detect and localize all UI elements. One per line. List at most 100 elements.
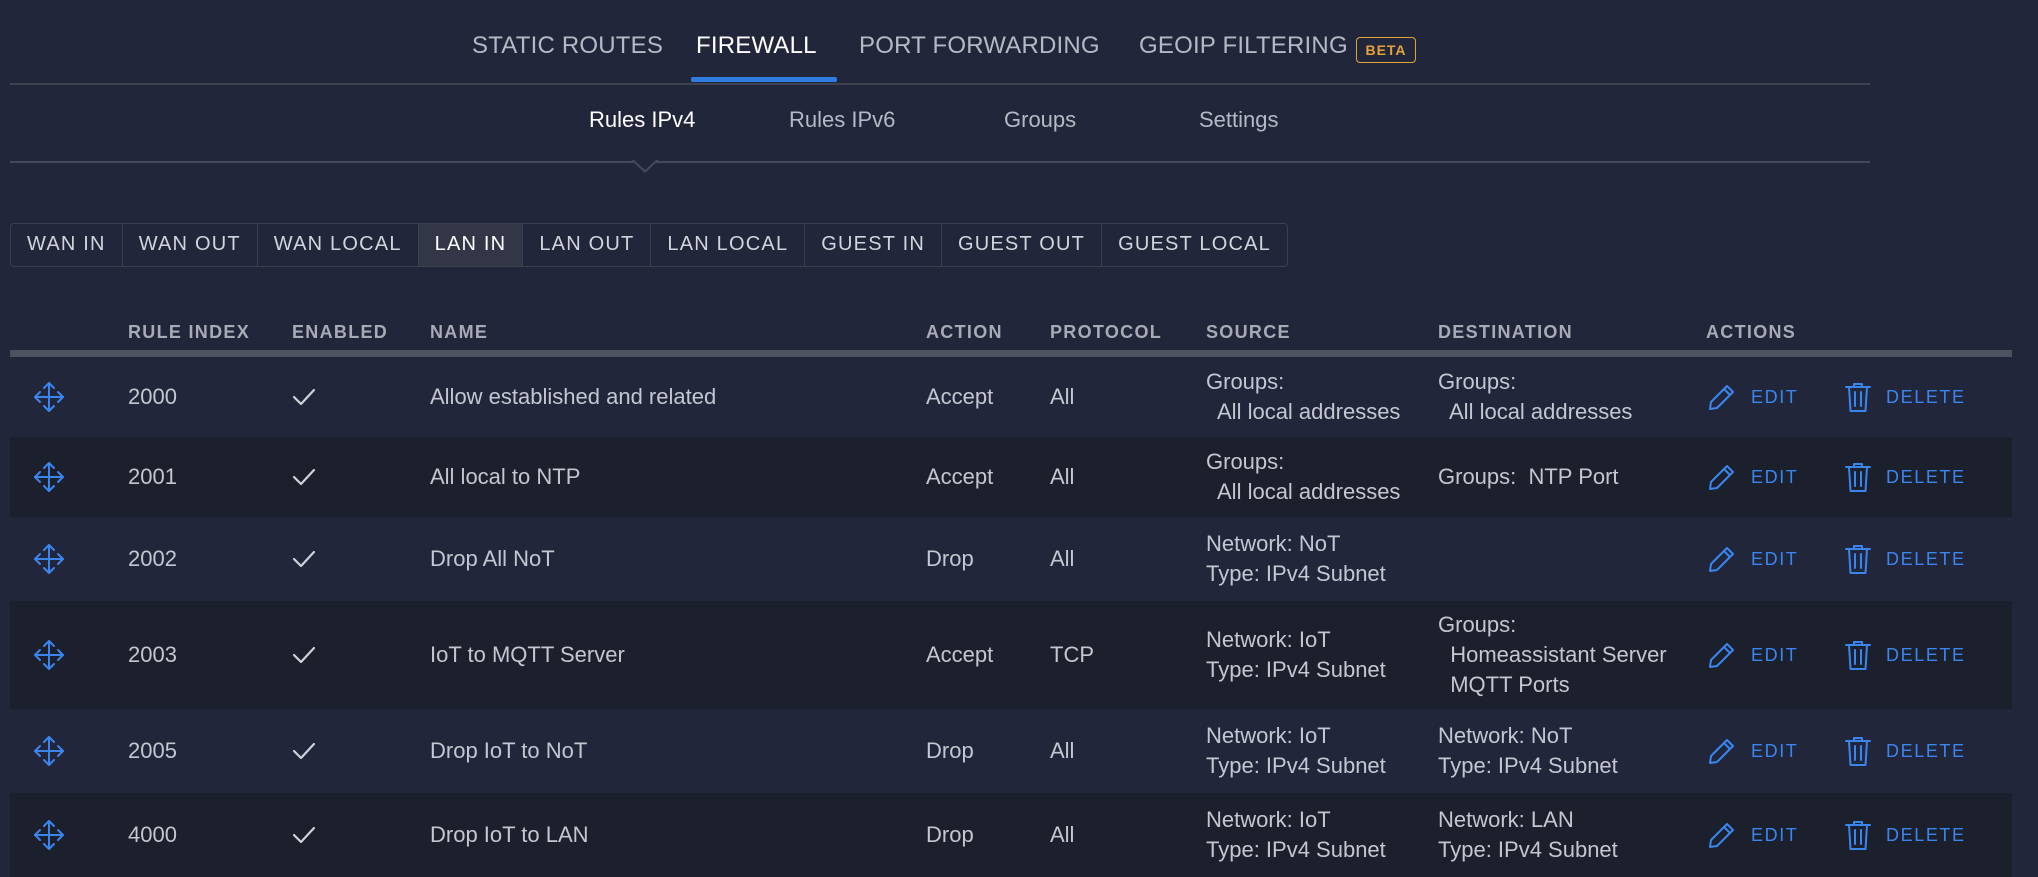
table-row: 2001 All local to NTP Accept All Groups: All…	[10, 437, 2012, 517]
ruleset-guest-out[interactable]: GUEST OUT	[942, 224, 1103, 266]
ruleset-selector: WAN IN WAN OUT WAN LOCAL LAN IN LAN OUT LAN L…	[10, 223, 1288, 267]
column-header-action[interactable]: ACTION	[926, 322, 1003, 343]
rule-destination: Groups: Homeassistant Server MQTT Ports	[1438, 610, 1667, 700]
subtab-rules-ipv4[interactable]: Rules IPv4	[589, 107, 695, 133]
rule-source-line: Network: IoT	[1206, 723, 1331, 748]
rule-protocol: All	[1050, 464, 1075, 489]
pencil-icon	[1709, 385, 1734, 410]
delete-button[interactable]: DELETE	[1844, 639, 1966, 671]
drag-handle-icon[interactable]	[32, 818, 66, 852]
delete-label: DELETE	[1886, 466, 1966, 487]
rule-index: 4000	[128, 822, 177, 847]
rule-action: Drop	[926, 738, 974, 763]
rule-destination-line: Network: LAN	[1438, 807, 1574, 832]
rule-index: 2002	[128, 546, 177, 571]
ruleset-wan-in[interactable]: WAN IN	[11, 224, 123, 266]
rule-name: IoT to MQTT Server	[430, 642, 625, 667]
column-header-name[interactable]: NAME	[430, 322, 488, 343]
delete-button[interactable]: DELETE	[1844, 381, 1966, 413]
rule-destination-line: All local addresses	[1438, 399, 1633, 424]
edit-button[interactable]: EDIT	[1707, 462, 1798, 492]
ruleset-guest-local[interactable]: GUEST LOCAL	[1102, 224, 1287, 266]
rule-destination-line: Type: IPv4 Subnet	[1438, 837, 1618, 862]
drag-handle-icon[interactable]	[32, 542, 66, 576]
drag-handle-icon[interactable]	[32, 638, 66, 672]
delete-button[interactable]: DELETE	[1844, 819, 1966, 851]
rule-source-line: Network: IoT	[1206, 807, 1331, 832]
pencil-icon	[1709, 547, 1734, 572]
rules-table-header: RULE INDEX ENABLED NAME ACTION PROTOCOL …	[10, 318, 2012, 357]
ruleset-wan-out[interactable]: WAN OUT	[123, 224, 258, 266]
table-row: 2003 IoT to MQTT Server Accept TCP Network: …	[10, 601, 2012, 709]
edit-label: EDIT	[1751, 824, 1799, 845]
ruleset-guest-in[interactable]: GUEST IN	[805, 224, 942, 266]
subtab-rules-ipv6[interactable]: Rules IPv6	[789, 107, 895, 133]
tab-static-routes[interactable]: STATIC ROUTES	[472, 32, 663, 60]
delete-label: DELETE	[1886, 644, 1966, 665]
tab-geoip-filtering[interactable]: GEOIP FILTERING	[1139, 32, 1348, 60]
tab-port-forwarding[interactable]: PORT FORWARDING	[859, 32, 1100, 60]
pencil-icon	[1709, 465, 1734, 490]
column-header-source[interactable]: SOURCE	[1206, 322, 1291, 343]
edit-label: EDIT	[1751, 548, 1799, 569]
rule-source-line: All local addresses	[1206, 399, 1401, 424]
rule-protocol: All	[1050, 384, 1075, 409]
tab-firewall[interactable]: FIREWALL	[696, 32, 817, 60]
rule-source: Groups: All local addresses	[1206, 367, 1400, 427]
delete-label: DELETE	[1886, 548, 1966, 569]
ruleset-wan-local[interactable]: WAN LOCAL	[258, 224, 419, 266]
table-row: 4000 Drop IoT to LAN Drop All Network: IoT Ty…	[10, 793, 2012, 877]
rule-source-line: Type: IPv4 Subnet	[1206, 753, 1386, 778]
edit-button[interactable]: EDIT	[1707, 820, 1798, 850]
drag-handle-icon[interactable]	[32, 380, 66, 414]
rule-name: Allow established and related	[430, 384, 717, 409]
edit-label: EDIT	[1751, 386, 1799, 407]
rule-destination-line: Type: IPv4 Subnet	[1438, 753, 1618, 778]
rule-source-line: Groups:	[1206, 369, 1285, 394]
ruleset-lan-local[interactable]: LAN LOCAL	[651, 224, 806, 266]
edit-button[interactable]: EDIT	[1707, 544, 1798, 574]
rule-destination-line: MQTT Ports	[1438, 672, 1570, 697]
rule-index: 2003	[128, 642, 177, 667]
checkmark-icon	[292, 388, 316, 406]
rule-destination: Groups: All local addresses	[1438, 367, 1632, 427]
checkmark-icon	[292, 550, 316, 568]
edit-button[interactable]: EDIT	[1707, 382, 1798, 412]
column-header-destination[interactable]: DESTINATION	[1438, 322, 1573, 343]
column-header-rule-index[interactable]: RULE INDEX	[128, 322, 250, 343]
ruleset-lan-out[interactable]: LAN OUT	[523, 224, 652, 266]
active-tab-indicator	[691, 77, 837, 82]
column-header-protocol[interactable]: PROTOCOL	[1050, 322, 1162, 343]
subtab-groups[interactable]: Groups	[1004, 107, 1076, 133]
drag-handle-icon[interactable]	[32, 460, 66, 494]
rule-index: 2001	[128, 464, 177, 489]
table-row: 2002 Drop All NoT Drop All Network: NoT Type:…	[10, 517, 2012, 601]
delete-label: DELETE	[1886, 824, 1966, 845]
delete-label: DELETE	[1886, 386, 1966, 407]
drag-handle-icon[interactable]	[32, 734, 66, 768]
trash-icon	[1845, 821, 1871, 850]
checkmark-icon	[292, 646, 316, 664]
delete-button[interactable]: DELETE	[1844, 735, 1966, 767]
edit-label: EDIT	[1751, 740, 1799, 761]
ruleset-lan-in[interactable]: LAN IN	[418, 224, 524, 266]
table-row: 2000 Allow established and related Accept A…	[10, 357, 2012, 437]
subtab-settings[interactable]: Settings	[1199, 107, 1279, 133]
edit-button[interactable]: EDIT	[1707, 640, 1798, 670]
delete-button[interactable]: DELETE	[1844, 461, 1966, 493]
delete-label: DELETE	[1886, 740, 1966, 761]
rule-source: Network: NoT Type: IPv4 Subnet	[1206, 529, 1386, 589]
column-header-enabled[interactable]: ENABLED	[292, 322, 388, 343]
edit-button[interactable]: EDIT	[1707, 736, 1798, 766]
rule-destination-line: Groups: NTP Port	[1438, 464, 1619, 489]
edit-label: EDIT	[1751, 466, 1799, 487]
trash-icon	[1845, 383, 1871, 412]
rule-destination-line: Groups:	[1438, 369, 1517, 394]
delete-button[interactable]: DELETE	[1844, 543, 1966, 575]
rule-source-line: Network: IoT	[1206, 627, 1331, 652]
rule-destination: Network: NoT Type: IPv4 Subnet	[1438, 721, 1618, 781]
rule-name: Drop IoT to LAN	[430, 822, 589, 847]
rule-source: Network: IoT Type: IPv4 Subnet	[1206, 625, 1386, 685]
top-tab-bar: STATIC ROUTES FIREWALL PORT FORWARDING G…	[10, 0, 1870, 85]
column-header-actions: ACTIONS	[1706, 322, 1797, 342]
